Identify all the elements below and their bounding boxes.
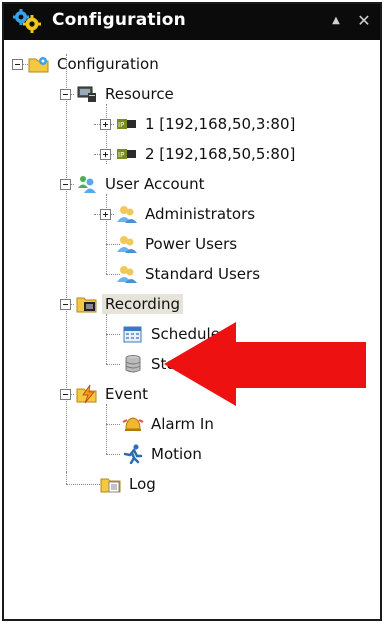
tree-line bbox=[106, 454, 120, 455]
tree-node-alarm-in[interactable]: Alarm In bbox=[122, 412, 217, 436]
red-arrow-annotation bbox=[164, 322, 366, 406]
close-button[interactable]: ✕ bbox=[354, 9, 374, 33]
tree-node-resource[interactable]: Resource bbox=[76, 82, 177, 106]
tree-line bbox=[106, 334, 120, 335]
alarm-bell-icon bbox=[122, 414, 144, 434]
database-icon bbox=[122, 354, 144, 374]
ip-camera-icon: IP bbox=[116, 144, 138, 164]
tree-node-user-account[interactable]: User Account bbox=[76, 172, 208, 196]
title-bar: Configuration ▲ ✕ bbox=[4, 4, 380, 40]
user-group-icon bbox=[116, 264, 138, 284]
expander-resource[interactable] bbox=[60, 89, 71, 100]
gears-icon bbox=[13, 9, 41, 33]
expander-recording[interactable] bbox=[60, 299, 71, 310]
configuration-panel: Configuration ▲ ✕ Configuration Resource… bbox=[2, 2, 382, 621]
users-icon bbox=[76, 174, 98, 194]
tree-label: 1 [192,168,50,3:80] bbox=[145, 115, 296, 133]
tree-label: Resource bbox=[105, 85, 174, 103]
calendar-icon bbox=[122, 324, 144, 344]
tree-node-administrators[interactable]: Administrators bbox=[116, 202, 258, 226]
tree-label: Alarm In bbox=[151, 415, 214, 433]
tree-label: Standard Users bbox=[145, 265, 261, 283]
tree-label: Motion bbox=[151, 445, 202, 463]
expander-camera-1[interactable] bbox=[100, 119, 111, 130]
expander-administrators[interactable] bbox=[100, 209, 111, 220]
tree-line bbox=[106, 364, 120, 365]
tree-node-recording[interactable]: Recording bbox=[76, 292, 184, 316]
tree-node-event[interactable]: Event bbox=[76, 382, 151, 406]
tree-label: Event bbox=[105, 385, 148, 403]
server-icon bbox=[76, 84, 98, 104]
expander-configuration[interactable] bbox=[12, 59, 23, 70]
tree-node-power-users[interactable]: Power Users bbox=[116, 232, 240, 256]
tree-line bbox=[106, 424, 120, 425]
tree-label: 2 [192,168,50,5:80] bbox=[145, 145, 296, 163]
tree-line bbox=[66, 54, 67, 472]
tree-node-camera-2[interactable]: IP 2 [192,168,50,5:80] bbox=[116, 142, 298, 166]
svg-text:IP: IP bbox=[118, 151, 124, 159]
tree-label: User Account bbox=[105, 175, 205, 193]
panel-title: Configuration bbox=[52, 10, 186, 30]
running-person-icon bbox=[122, 444, 144, 464]
log-folder-icon bbox=[100, 474, 122, 494]
tree-line bbox=[66, 472, 67, 484]
expander-camera-2[interactable] bbox=[100, 149, 111, 160]
tree-line bbox=[106, 314, 107, 364]
tree-node-configuration[interactable]: Configuration bbox=[28, 52, 162, 76]
tree-label: Configuration bbox=[57, 55, 159, 73]
tree-label: Administrators bbox=[145, 205, 256, 223]
ip-camera-icon: IP bbox=[116, 114, 138, 134]
settings-folder-icon bbox=[28, 54, 50, 74]
film-folder-icon bbox=[76, 294, 98, 314]
user-group-icon bbox=[116, 204, 138, 224]
tree-node-motion[interactable]: Motion bbox=[122, 442, 205, 466]
tree-node-log[interactable]: Log bbox=[100, 472, 159, 496]
svg-text:IP: IP bbox=[118, 121, 124, 129]
expander-user-account[interactable] bbox=[60, 179, 71, 190]
minimize-button[interactable]: ▲ bbox=[326, 9, 346, 33]
tree-line bbox=[106, 194, 107, 274]
tree-label: Log bbox=[129, 475, 156, 493]
user-group-icon bbox=[116, 234, 138, 254]
lightning-folder-icon bbox=[76, 384, 98, 404]
tree-node-camera-1[interactable]: IP 1 [192,168,50,3:80] bbox=[116, 112, 298, 136]
arrow-shape bbox=[164, 322, 366, 406]
tree-label: Power Users bbox=[145, 235, 238, 253]
tree-label: Recording bbox=[102, 294, 184, 314]
tree-node-standard-users[interactable]: Standard Users bbox=[116, 262, 263, 286]
expander-event[interactable] bbox=[60, 389, 71, 400]
tree-line bbox=[66, 484, 100, 485]
tree-line bbox=[106, 404, 107, 454]
